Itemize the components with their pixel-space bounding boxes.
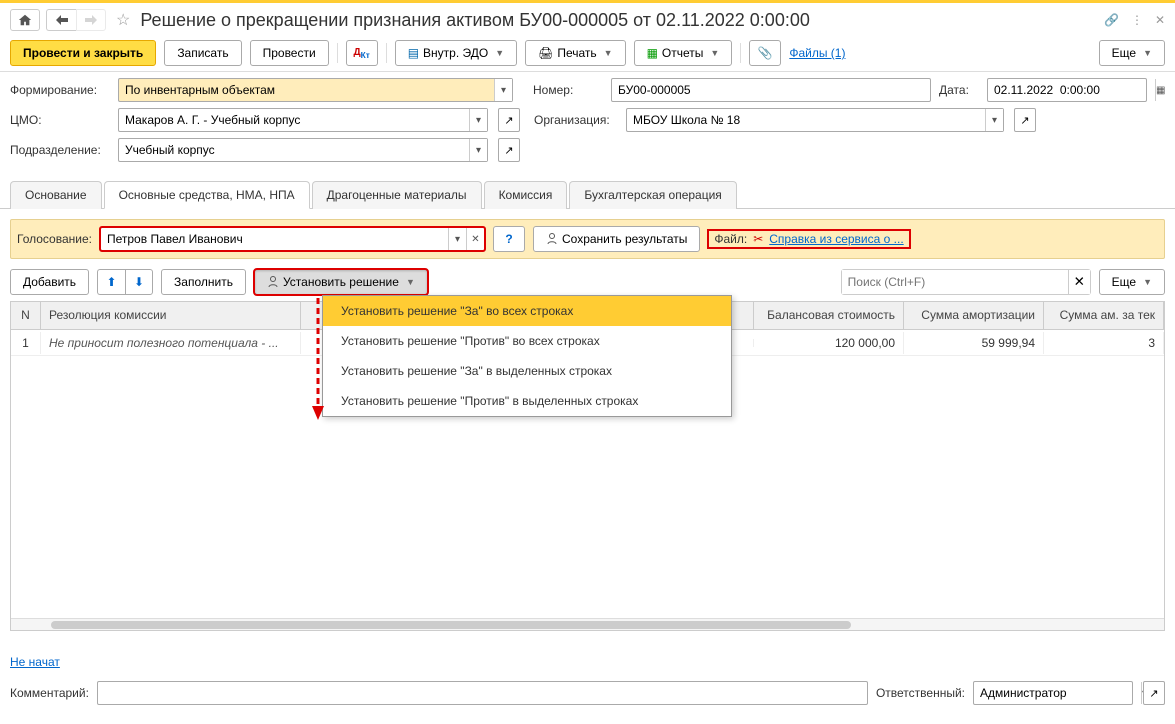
org-dropdown[interactable]: ▾ xyxy=(985,109,1003,131)
file-label: Файл: xyxy=(714,232,747,246)
comment-input[interactable] xyxy=(98,686,867,700)
tab-commission[interactable]: Комиссия xyxy=(484,181,568,209)
forming-label: Формирование: xyxy=(10,83,110,97)
col-number: N xyxy=(11,302,41,329)
dep-open[interactable]: ↗ xyxy=(498,138,520,162)
menu-icon[interactable]: ⋮ xyxy=(1131,13,1143,27)
post-and-close-button[interactable]: Провести и закрыть xyxy=(10,40,156,66)
favorite-icon[interactable]: ☆ xyxy=(116,10,130,30)
tab-accounting[interactable]: Бухгалтерская операция xyxy=(569,181,736,209)
menu-item-against-all[interactable]: Установить решение "Против" во всех стро… xyxy=(323,326,731,356)
table-more-button[interactable]: Еще▼ xyxy=(1099,269,1165,295)
col-resolution: Резолюция комиссии xyxy=(41,302,301,329)
voting-clear[interactable]: ✕ xyxy=(466,228,484,250)
tab-assets[interactable]: Основные средства, НМА, НПА xyxy=(104,181,310,209)
set-decision-button[interactable]: Установить решение▼ xyxy=(254,269,428,295)
forming-dropdown[interactable]: ▾ xyxy=(494,79,512,101)
dep-input[interactable] xyxy=(119,143,469,157)
search-input[interactable] xyxy=(842,270,1068,294)
col-amort-cur: Сумма ам. за тек xyxy=(1044,302,1164,329)
org-input[interactable] xyxy=(627,113,985,127)
home-button[interactable] xyxy=(10,9,40,31)
org-label: Организация: xyxy=(534,113,618,127)
page-title: Решение о прекращении признания активом … xyxy=(140,10,1098,31)
broken-link-icon: ✂ xyxy=(753,232,763,246)
date-picker[interactable]: ▦ xyxy=(1155,79,1165,101)
help-button[interactable]: ? xyxy=(493,226,525,252)
dep-dropdown[interactable]: ▾ xyxy=(469,139,487,161)
move-up-button[interactable]: ⬆ xyxy=(97,269,125,295)
menu-item-for-sel[interactable]: Установить решение "За" в выделенных стр… xyxy=(323,356,731,386)
voting-label: Голосование: xyxy=(17,232,92,246)
cmo-label: ЦМО: xyxy=(10,113,110,127)
set-decision-menu: Установить решение "За" во всех строках … xyxy=(322,295,732,417)
save-results-button[interactable]: Сохранить результаты xyxy=(533,226,700,252)
responsible-label: Ответственный: xyxy=(876,686,965,700)
attach-button[interactable]: 📎 xyxy=(749,40,781,66)
number-label: Номер: xyxy=(533,83,603,97)
number-input[interactable] xyxy=(612,83,930,97)
responsible-input[interactable] xyxy=(974,686,1141,700)
voting-input[interactable] xyxy=(101,232,448,246)
nav-back-button[interactable] xyxy=(46,9,76,31)
cmo-open[interactable]: ↗ xyxy=(498,108,520,132)
add-button[interactable]: Добавить xyxy=(10,269,89,295)
nav-fwd-button[interactable] xyxy=(76,9,106,31)
forming-input[interactable] xyxy=(119,83,494,97)
org-open[interactable]: ↗ xyxy=(1014,108,1036,132)
h-scrollbar[interactable] xyxy=(11,618,1164,630)
post-button[interactable]: Провести xyxy=(250,40,329,66)
reports-button[interactable]: ▦Отчеты▼ xyxy=(634,40,733,66)
dep-label: Подразделение: xyxy=(10,143,110,157)
menu-item-against-sel[interactable]: Установить решение "Против" в выделенных… xyxy=(323,386,731,416)
fill-button[interactable]: Заполнить xyxy=(161,269,246,295)
menu-item-for-all[interactable]: Установить решение "За" во всех строках xyxy=(323,296,731,326)
col-balance: Балансовая стоимость xyxy=(754,302,904,329)
link-icon[interactable]: 🔗 xyxy=(1104,13,1119,27)
cmo-input[interactable] xyxy=(119,113,469,127)
responsible-open[interactable]: ↗ xyxy=(1143,681,1165,705)
files-link[interactable]: Файлы (1) xyxy=(789,46,845,60)
print-button[interactable]: 🖨Печать▼ xyxy=(525,40,625,66)
date-input[interactable] xyxy=(988,83,1155,97)
status-link[interactable]: Не начат xyxy=(10,655,60,669)
col-amort: Сумма амортизации xyxy=(904,302,1044,329)
comment-label: Комментарий: xyxy=(10,686,89,700)
write-button[interactable]: Записать xyxy=(164,40,241,66)
tab-basis[interactable]: Основание xyxy=(10,181,102,209)
cmo-dropdown[interactable]: ▾ xyxy=(469,109,487,131)
move-down-button[interactable]: ⬇ xyxy=(125,269,153,295)
close-icon[interactable]: ✕ xyxy=(1155,13,1165,27)
search-clear[interactable]: ✕ xyxy=(1068,270,1090,294)
dk-button[interactable]: ДКт xyxy=(346,40,378,66)
edo-button[interactable]: ▤Внутр. ЭДО▼ xyxy=(395,40,517,66)
file-link[interactable]: Справка из сервиса о ... xyxy=(769,232,903,246)
more-button[interactable]: Еще▼ xyxy=(1099,40,1165,66)
date-label: Дата: xyxy=(939,83,979,97)
tab-precious[interactable]: Драгоценные материалы xyxy=(312,181,482,209)
voting-dropdown[interactable]: ▾ xyxy=(448,228,466,250)
